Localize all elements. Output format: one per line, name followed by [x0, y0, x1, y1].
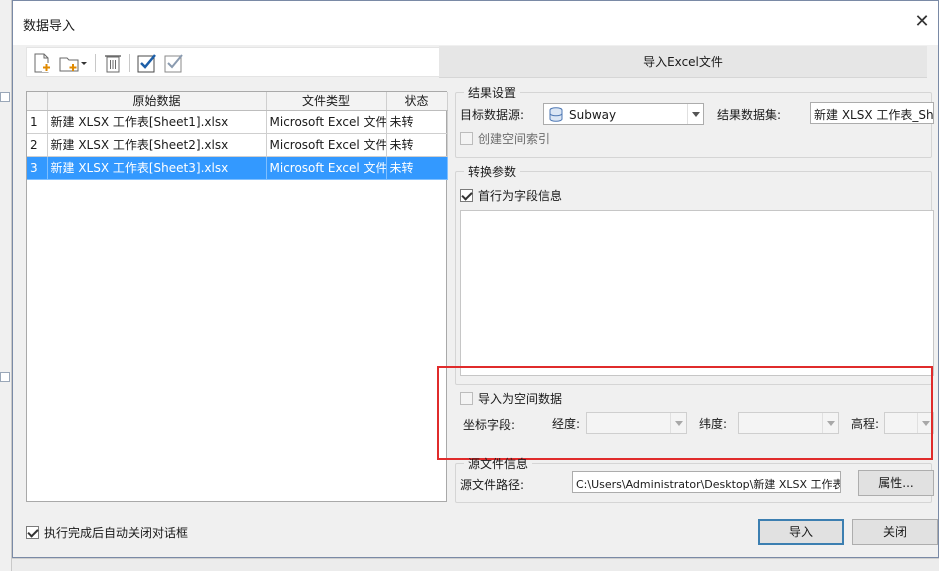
import-excel-header: 导入Excel文件	[439, 46, 927, 78]
chevron-down-icon[interactable]	[79, 52, 89, 74]
grid-header-row: 原始数据 文件类型 状态	[27, 92, 448, 111]
first-row-option[interactable]: 首行为字段信息	[460, 187, 562, 204]
row-index: 1	[27, 110, 48, 134]
spatial-index-label: 创建空间索引	[478, 132, 551, 146]
chevron-down-icon[interactable]	[687, 104, 703, 124]
background-collapse-icon	[0, 372, 10, 382]
auto-close-checkbox[interactable]	[26, 526, 39, 539]
add-folder-icon[interactable]	[58, 52, 80, 74]
toolbar-separator	[129, 54, 130, 72]
result-settings-legend: 结果设置	[468, 86, 517, 100]
result-dataset-label: 结果数据集:	[717, 108, 782, 122]
toolbar	[26, 47, 446, 77]
import-button[interactable]: 导入	[758, 519, 844, 545]
row-source: 新建 XLSX 工作表[Sheet1].xlsx	[47, 110, 267, 134]
target-datasource-label: 目标数据源:	[460, 108, 525, 122]
table-row-selected[interactable]: 3 新建 XLSX 工作表[Sheet3].xlsx Microsoft Exc…	[27, 156, 448, 180]
row-index: 2	[27, 133, 48, 157]
database-icon	[549, 107, 563, 122]
dialog-title: 数据导入	[23, 19, 76, 34]
row-type: Microsoft Excel 文件	[266, 156, 387, 180]
auto-close-label: 执行完成后自动关闭对话框	[44, 526, 189, 540]
row-type: Microsoft Excel 文件	[266, 110, 387, 134]
header-index	[27, 92, 48, 111]
header-status[interactable]: 状态	[386, 92, 448, 111]
background-dropdown-icon	[0, 92, 10, 102]
source-path-input[interactable]: C:\Users\Administrator\Desktop\新建 XLSX 工…	[572, 471, 841, 493]
highlight-annotation-box	[437, 366, 933, 460]
delete-icon[interactable]	[102, 52, 124, 74]
spatial-index-checkbox[interactable]	[460, 132, 473, 145]
select-all-icon[interactable]	[136, 52, 158, 74]
close-button[interactable]: 关闭	[852, 519, 938, 545]
select-none-icon[interactable]	[163, 52, 185, 74]
source-path-label: 源文件路径:	[460, 478, 525, 492]
row-index: 3	[27, 156, 48, 180]
properties-button[interactable]: 属性...	[858, 470, 934, 496]
table-row[interactable]: 1 新建 XLSX 工作表[Sheet1].xlsx Microsoft Exc…	[27, 110, 448, 134]
header-source[interactable]: 原始数据	[47, 92, 267, 111]
data-grid: 原始数据 文件类型 状态 1 新建 XLSX 工作表[Sheet1].xlsx …	[26, 91, 448, 502]
close-icon[interactable]: ✕	[912, 11, 932, 33]
source-file-legend: 源文件信息	[468, 457, 529, 471]
row-source: 新建 XLSX 工作表[Sheet2].xlsx	[47, 133, 267, 157]
auto-close-option[interactable]: 执行完成后自动关闭对话框	[26, 524, 188, 541]
background-window-bottom	[12, 558, 939, 571]
row-status: 未转	[386, 133, 448, 157]
header-type[interactable]: 文件类型	[266, 92, 387, 111]
field-info-panel[interactable]	[460, 210, 934, 376]
spatial-index-option[interactable]: 创建空间索引	[460, 130, 550, 147]
row-source: 新建 XLSX 工作表[Sheet3].xlsx	[47, 156, 267, 180]
title-bar: 数据导入 ✕	[13, 1, 938, 45]
convert-params-legend: 转换参数	[468, 165, 517, 179]
table-row[interactable]: 2 新建 XLSX 工作表[Sheet2].xlsx Microsoft Exc…	[27, 133, 448, 157]
target-datasource-select[interactable]: Subway	[543, 103, 704, 125]
result-dataset-input[interactable]: 新建 XLSX 工作表_Shee	[810, 102, 934, 124]
toolbar-separator	[95, 54, 96, 72]
first-row-label: 首行为字段信息	[478, 189, 563, 203]
background-window-edge	[0, 0, 12, 571]
row-type: Microsoft Excel 文件	[266, 133, 387, 157]
add-file-icon[interactable]	[31, 52, 53, 74]
target-datasource-value: Subway	[569, 108, 617, 122]
row-status: 未转	[386, 156, 448, 180]
row-status: 未转	[386, 110, 448, 134]
first-row-checkbox[interactable]	[460, 189, 473, 202]
